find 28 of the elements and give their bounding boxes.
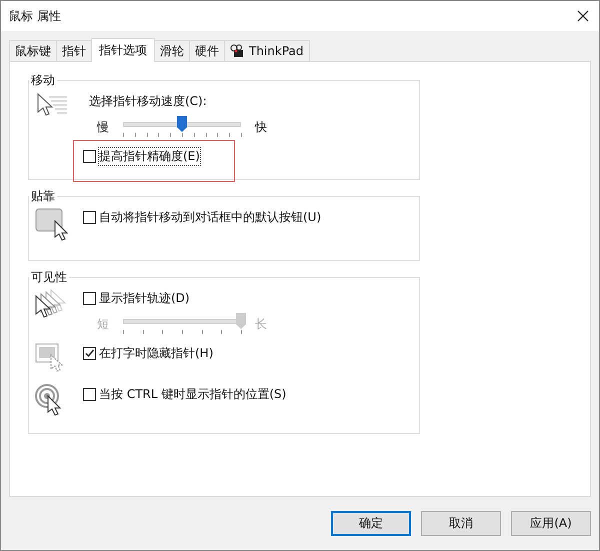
group-title: 可见性: [30, 269, 68, 286]
tab[interactable]: 鼠标键: [9, 40, 57, 61]
checkbox[interactable]: [83, 211, 96, 224]
slider-min-label: 慢: [97, 118, 109, 136]
window-title: 鼠标 属性: [9, 8, 61, 24]
checkbox-option[interactable]: 显示指针轨迹(D): [83, 290, 267, 307]
camera-icon: [230, 44, 246, 58]
slider-thumb[interactable]: [177, 116, 187, 132]
dialog-button[interactable]: 确定: [331, 511, 411, 536]
slider-min-label: 短: [97, 316, 109, 332]
slider-max-label: 长: [255, 316, 267, 332]
group-title: 移动: [30, 72, 56, 89]
slider-max-label: 快: [255, 118, 267, 136]
checkbox[interactable]: [83, 292, 96, 305]
dialog-button[interactable]: 取消: [421, 511, 501, 536]
close-icon[interactable]: [577, 10, 589, 22]
checkbox[interactable]: [83, 347, 96, 360]
tab[interactable]: ThinkPad: [224, 40, 310, 61]
checkbox[interactable]: [83, 150, 96, 163]
checkbox-option[interactable]: 当按 CTRL 键时显示指针的位置(S): [83, 386, 286, 403]
dialog-button[interactable]: 应用(A): [511, 511, 591, 536]
checkbox-option[interactable]: 提高指针精确度(E): [83, 148, 200, 165]
checkbox-option[interactable]: 自动将指针移动到对话框中的默认按钮(U): [83, 209, 322, 226]
group-title: 贴靠: [30, 188, 56, 205]
checkbox-option[interactable]: 在打字时隐藏指针(H): [83, 345, 214, 362]
checkbox[interactable]: [83, 388, 96, 401]
speed-label: 选择指针移动速度(C):: [88, 93, 208, 110]
tab[interactable]: 指针选项: [91, 38, 155, 62]
